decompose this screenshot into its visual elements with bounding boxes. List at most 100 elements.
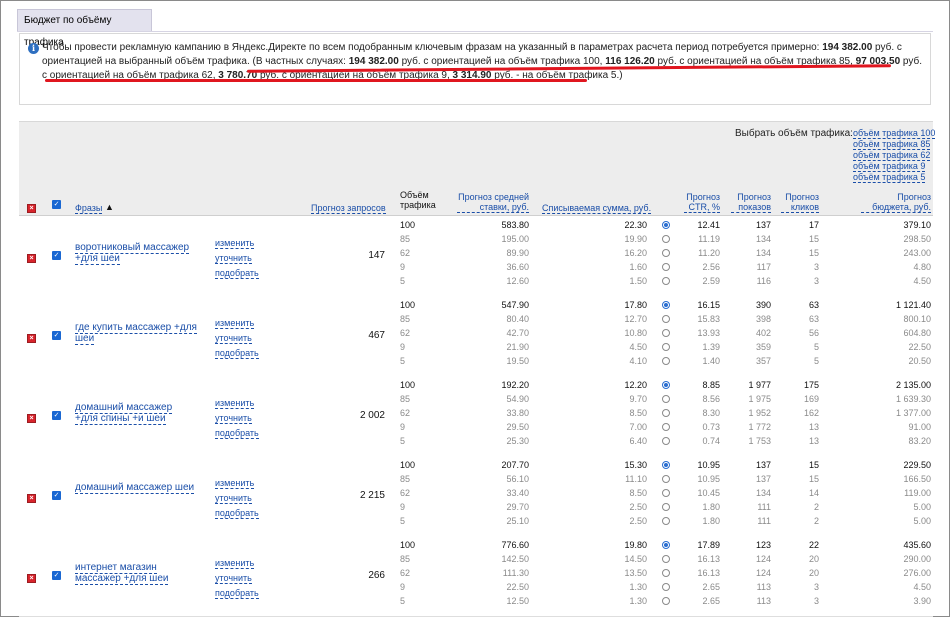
traffic-radio[interactable] [662,437,670,445]
sort-arrow-icon[interactable]: ▲ [105,202,114,212]
traffic-link[interactable]: объём трафика 62 [853,150,931,161]
traffic-link[interactable]: объём трафика 100 [853,128,936,139]
traffic-link[interactable]: объём трафика 5 [853,172,926,183]
phrases-header[interactable]: Фразы [75,203,103,214]
traffic-link[interactable]: объём трафика 9 [853,161,926,172]
delete-all-icon[interactable]: × [27,204,36,213]
refine-link[interactable]: уточнить [215,573,252,584]
traffic-radio[interactable] [662,597,670,605]
bid-value: 21.90 [506,342,529,352]
delete-phrase-icon[interactable]: × [27,574,36,583]
shows-header[interactable]: Прогноз показов [731,192,771,213]
phrase-link[interactable]: где купить массажер +для шеи [75,322,197,345]
edit-link[interactable]: изменить [215,398,255,409]
ctr-value: 13.93 [697,328,720,338]
pick-link[interactable]: подобрать [215,348,259,359]
shows-value: 137 [755,220,771,230]
traffic-radio[interactable] [662,277,670,285]
phrase-link[interactable]: воротниковый массажер +для шеи [75,242,197,265]
traffic-radio[interactable] [662,395,670,403]
budget-value: 91.00 [908,422,931,432]
ctr-value: 1.39 [702,342,720,352]
bid-value: 547.90 [501,300,529,310]
edit-link[interactable]: изменить [215,318,255,329]
refine-link[interactable]: уточнить [215,253,252,264]
ctr-header[interactable]: Прогноз CTR, % [684,192,720,213]
volume-value: 5 [400,276,406,286]
traffic-radio[interactable] [662,357,670,365]
traffic-radio[interactable] [662,583,670,591]
traffic-radio[interactable] [662,475,670,483]
shows-value: 1 753 [748,436,771,446]
phrase-checkbox[interactable]: ✓ [52,491,61,500]
traffic-radio[interactable] [662,541,670,549]
traffic-radio[interactable] [662,381,670,389]
ctr-value: 10.95 [697,460,720,470]
pick-link[interactable]: подобрать [215,508,259,519]
traffic-radio[interactable] [662,329,670,337]
traffic-radio[interactable] [662,517,670,525]
table-header: Выбрать объём трафика: объём трафика 100… [19,122,936,216]
traffic-links: объём трафика 100 объём трафика 85 объём т… [853,128,936,183]
charge-value: 13.50 [624,568,647,578]
clicks-value: 22 [808,540,819,550]
volume-value: 5 [400,356,406,366]
traffic-radio[interactable] [662,315,670,323]
phrase-link[interactable]: интернет магазин массажер +для шеи [75,562,197,585]
budget-tab[interactable]: Бюджет по объёму трафика [17,9,152,48]
bid-value: 56.10 [506,474,529,484]
delete-phrase-icon[interactable]: × [27,334,36,343]
ctr-value: 2.59 [702,276,720,286]
traffic-select-title: Выбрать объём трафика: [735,128,853,139]
phrase-link[interactable]: домашний массажер шеи [75,482,197,494]
delete-phrase-icon[interactable]: × [27,494,36,503]
volume-value: 9 [400,262,406,272]
ctr-value: 1.40 [702,356,720,366]
charge-value: 10.80 [624,328,647,338]
phrase-checkbox[interactable]: ✓ [52,331,61,340]
edit-link[interactable]: изменить [215,478,255,489]
info-icon: i [28,43,39,54]
phrase-link[interactable]: домашний массажер +для спины +и шеи [75,402,197,425]
phrase-checkbox[interactable]: ✓ [52,251,61,260]
traffic-link[interactable]: объём трафика 85 [853,139,931,150]
traffic-radio[interactable] [662,503,670,511]
traffic-radio[interactable] [662,235,670,243]
charge-value: 17.80 [624,300,647,310]
traffic-radio[interactable] [662,301,670,309]
traffic-radio[interactable] [662,221,670,229]
traffic-radio[interactable] [662,489,670,497]
refine-link[interactable]: уточнить [215,413,252,424]
traffic-radio[interactable] [662,249,670,257]
select-all-checkbox[interactable]: ✓ [52,200,61,209]
clicks-header[interactable]: Прогноз кликов [781,192,819,213]
ctr-value: 11.20 [698,248,720,258]
refine-link[interactable]: уточнить [215,333,252,344]
phrase-checkbox[interactable]: ✓ [52,411,61,420]
edit-link[interactable]: изменить [215,238,255,249]
bid-header[interactable]: Прогноз средней ставки, руб. [457,192,529,213]
traffic-radio[interactable] [662,569,670,577]
delete-phrase-icon[interactable]: × [27,254,36,263]
forecast-header[interactable]: Прогноз запросов [311,203,386,214]
traffic-radio[interactable] [662,409,670,417]
annotation-underline-2 [45,79,587,82]
refine-link[interactable]: уточнить [215,493,252,504]
traffic-radio[interactable] [662,263,670,271]
budget-header[interactable]: Прогноз бюджета, руб. [861,192,931,213]
bid-value: 12.50 [506,596,529,606]
traffic-radio[interactable] [662,555,670,563]
volume-value: 100 [400,300,416,310]
traffic-radio[interactable] [662,343,670,351]
traffic-radio[interactable] [662,461,670,469]
budget-value: 276.00 [903,568,931,578]
phrase-checkbox[interactable]: ✓ [52,571,61,580]
pick-link[interactable]: подобрать [215,268,259,279]
traffic-radio[interactable] [662,423,670,431]
pick-link[interactable]: подобрать [215,428,259,439]
delete-phrase-icon[interactable]: × [27,414,36,423]
pick-link[interactable]: подобрать [215,588,259,599]
clicks-value: 15 [808,474,819,484]
edit-link[interactable]: изменить [215,558,255,569]
charge-header[interactable]: Списываемая сумма, руб. [542,203,652,214]
